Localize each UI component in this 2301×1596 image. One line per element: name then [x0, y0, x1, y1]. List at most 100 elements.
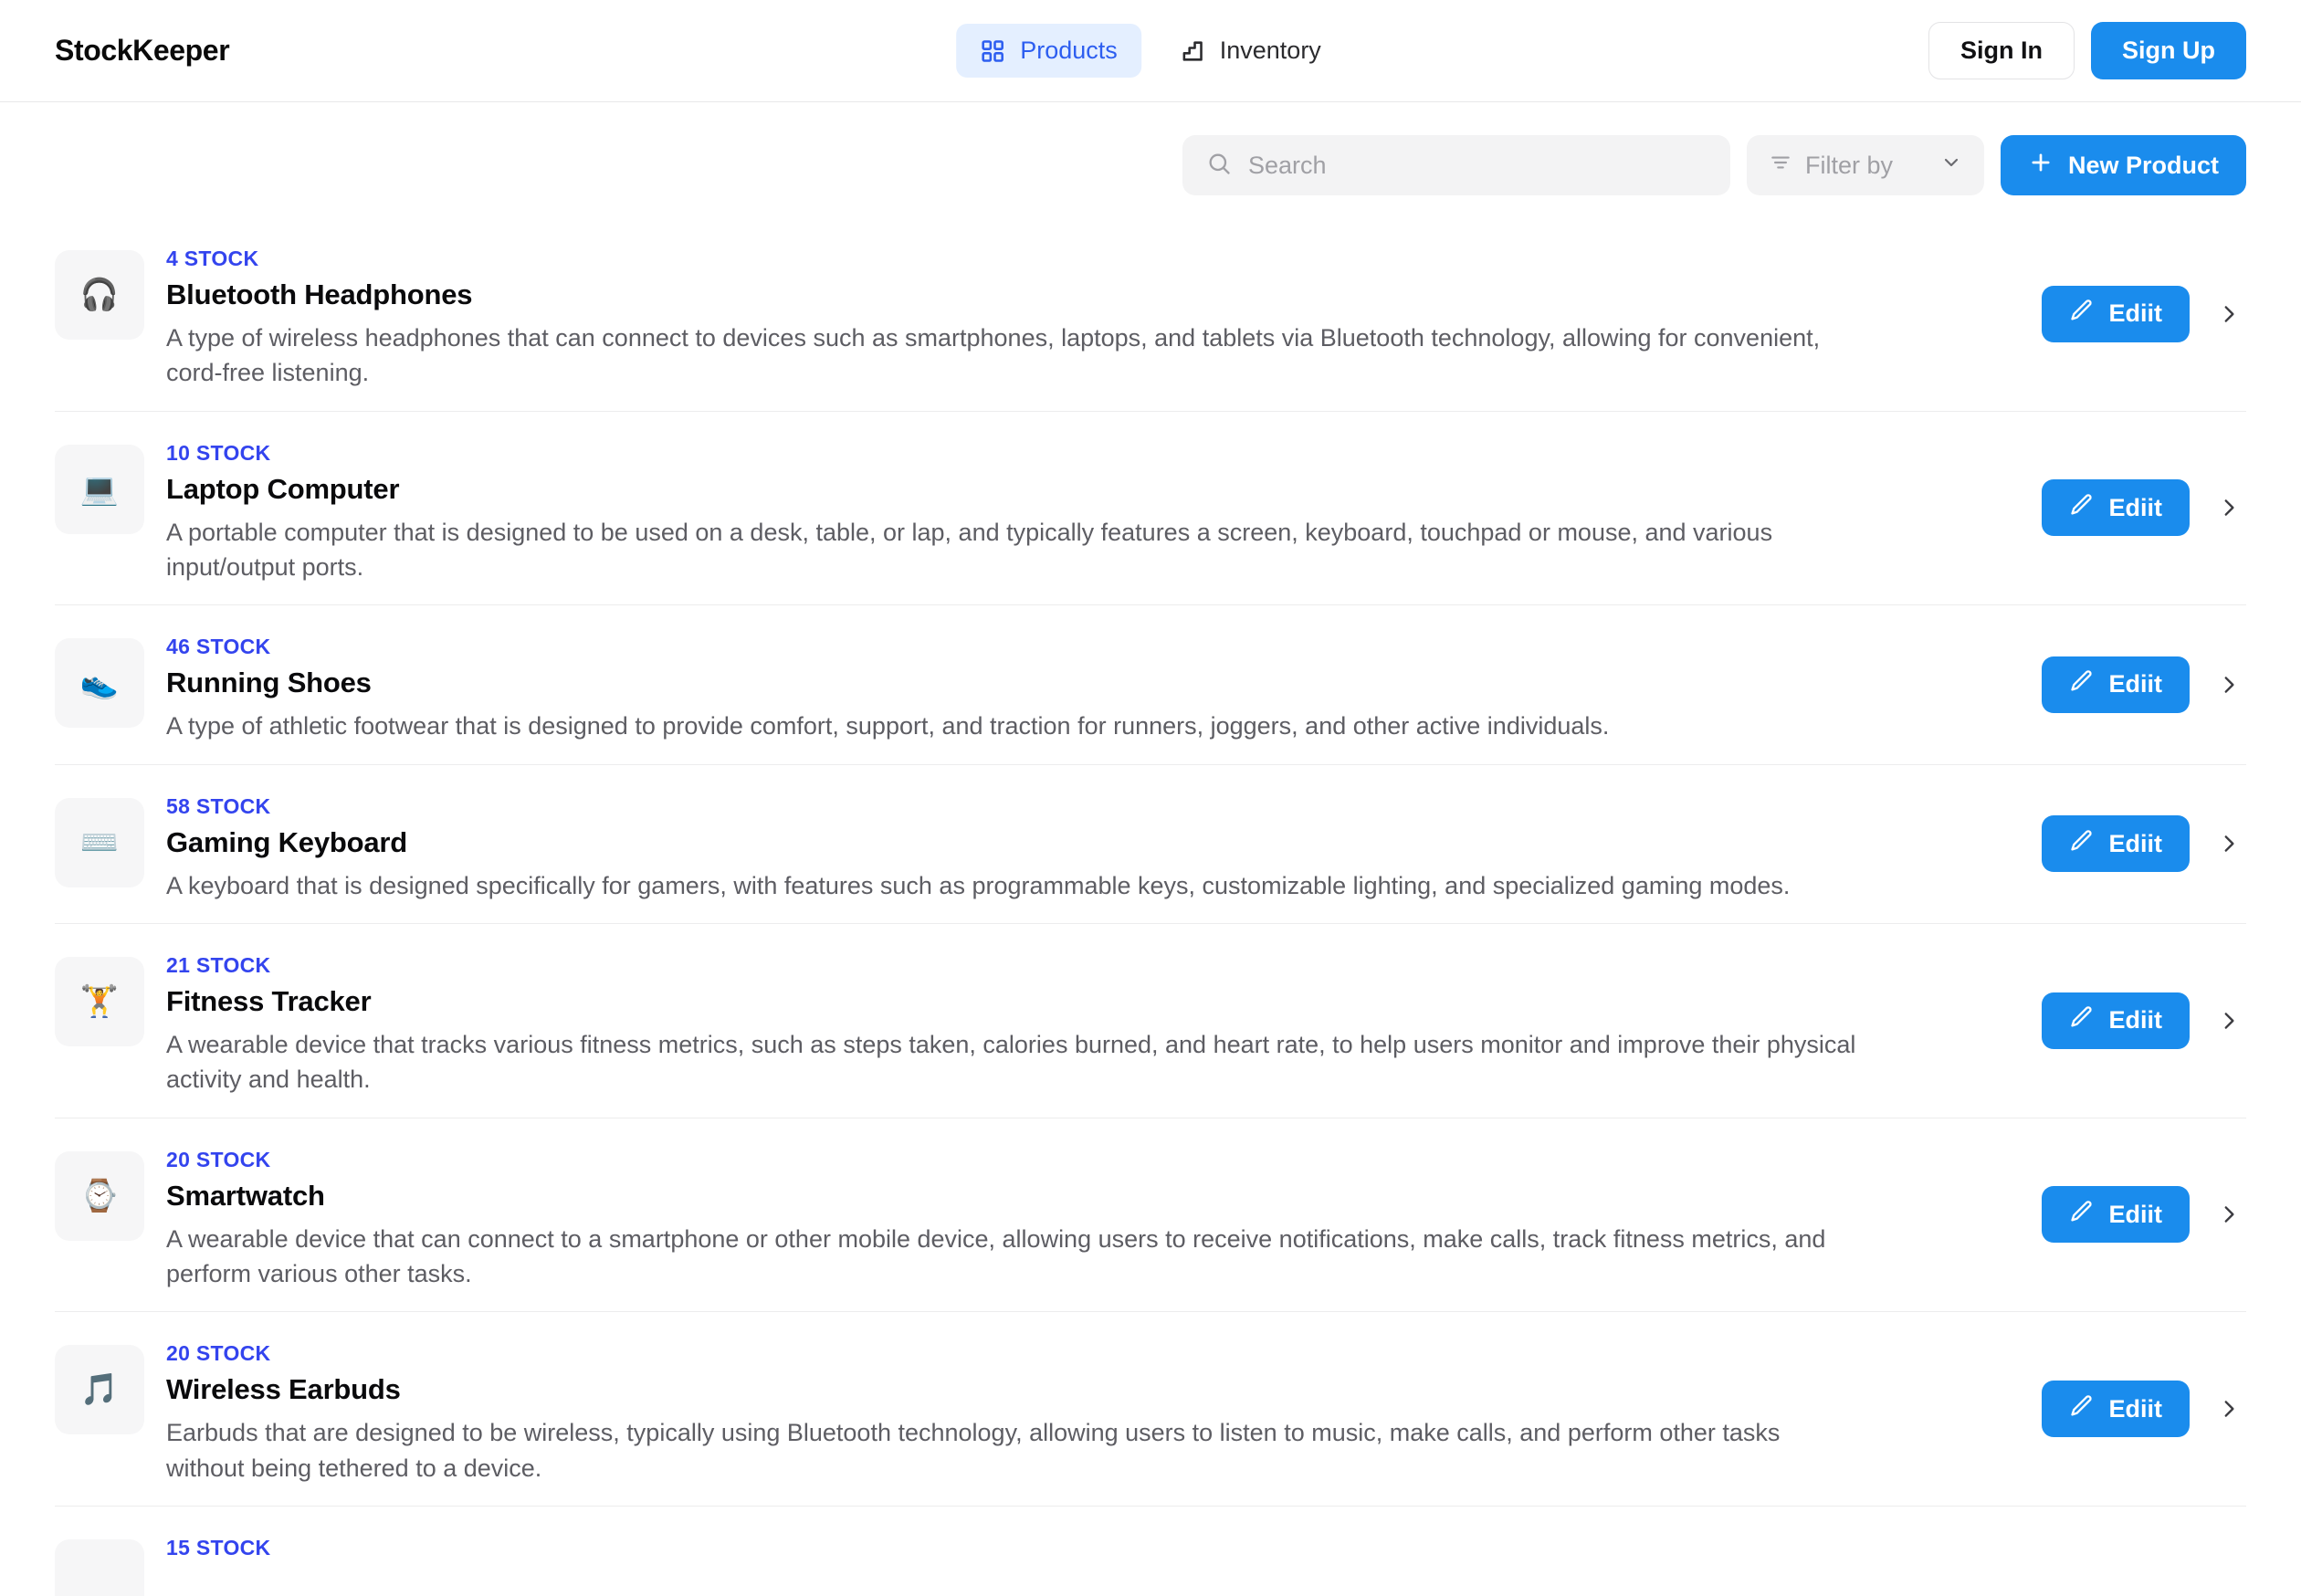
header-actions: Sign In Sign Up	[1928, 22, 2246, 79]
product-row[interactable]: 🎵 20 STOCK Wireless Earbuds Earbuds that ar…	[55, 1312, 2246, 1507]
chevron-right-icon[interactable]	[2212, 1197, 2246, 1232]
product-row[interactable]: 👟 46 STOCK Running Shoes A type of athletic…	[55, 605, 2247, 765]
product-info: 20 STOCK Smartwatch A wearable device that…	[166, 1139, 1883, 1292]
product-title: Smartwatch	[166, 1179, 325, 1212]
edit-button[interactable]: Ediit	[2041, 815, 2190, 873]
product-title: Wireless Earbuds	[166, 1373, 401, 1406]
chevron-right-icon[interactable]	[2212, 667, 2246, 702]
app-header: StockKeeper Products Inventory Sign In S…	[0, 0, 2301, 102]
row-actions: Ediit	[2041, 1186, 2247, 1244]
search-input[interactable]	[1247, 151, 1707, 180]
stock-badge: 10 STOCK	[166, 440, 271, 465]
product-emoji	[55, 1538, 144, 1596]
edit-button[interactable]: Ediit	[2041, 479, 2190, 537]
edit-button-label: Ediit	[2108, 493, 2163, 521]
chevron-down-icon	[1940, 152, 1962, 180]
chevron-right-icon[interactable]	[2212, 490, 2246, 525]
edit-button-label: Ediit	[2108, 1200, 2163, 1228]
product-title: Laptop Computer	[166, 472, 400, 505]
stock-badge: 20 STOCK	[166, 1341, 271, 1366]
running-shoe-emoji: 👟	[55, 638, 144, 729]
row-actions: Ediit	[2041, 1381, 2247, 1438]
pencil-icon	[2069, 828, 2095, 860]
product-info: 20 STOCK Wireless Earbuds Earbuds that are…	[166, 1332, 1883, 1486]
nav-item-products[interactable]: Products	[956, 24, 1141, 78]
filter-by-label: Filter by	[1804, 151, 1893, 179]
stock-badge: 21 STOCK	[166, 952, 271, 977]
search-icon	[1206, 151, 1232, 181]
search-box[interactable]	[1182, 135, 1730, 195]
row-actions: Ediit	[2041, 285, 2247, 342]
product-info: 15 STOCK	[166, 1527, 1883, 1570]
pencil-icon	[2069, 1199, 2095, 1231]
product-description: A wearable device that can connect to a …	[166, 1224, 1826, 1287]
laptop-emoji: 💻	[55, 444, 144, 534]
edit-button-label: Ediit	[2108, 299, 2163, 328]
chevron-right-icon[interactable]	[2212, 1391, 2246, 1426]
row-actions: Ediit	[2041, 815, 2247, 873]
chevron-right-icon[interactable]	[2212, 1003, 2246, 1038]
product-title: Bluetooth Headphones	[166, 278, 473, 310]
keyboard-emoji: ⌨️	[55, 797, 144, 887]
watch-emoji: ⌚	[55, 1150, 144, 1241]
product-list: 🎧 4 STOCK Bluetooth Headphones A type of wi…	[0, 217, 2301, 1596]
edit-button-label: Ediit	[2108, 829, 2163, 857]
row-actions: Ediit	[2041, 992, 2247, 1049]
product-row[interactable]: 💻 10 STOCK Laptop Computer A portable compu…	[55, 412, 2246, 606]
product-row[interactable]: 15 STOCKEdiit	[55, 1507, 2246, 1596]
chevron-right-icon[interactable]	[2212, 826, 2246, 861]
stock-badge: 20 STOCK	[166, 1147, 271, 1171]
list-toolbar: Filter by New Product	[0, 102, 2301, 195]
edit-button[interactable]: Ediit	[2041, 656, 2190, 713]
pencil-icon	[2069, 298, 2095, 330]
product-description: A type of athletic footwear that is desi…	[166, 712, 1610, 740]
stock-badge: 4 STOCK	[166, 247, 259, 270]
edit-button[interactable]: Ediit	[2041, 1186, 2190, 1244]
product-row[interactable]: ⌚ 20 STOCK Smartwatch A wearable device tha…	[55, 1118, 2246, 1313]
headphones-emoji: 🎧	[55, 250, 144, 340]
new-product-label: New Product	[2067, 151, 2219, 179]
sign-up-button[interactable]: Sign Up	[2091, 22, 2246, 79]
stock-badge: 58 STOCK	[166, 793, 271, 818]
product-row[interactable]: 🎧 4 STOCK Bluetooth Headphones A type of wi…	[55, 217, 2246, 412]
edit-button[interactable]: Ediit	[2041, 1381, 2190, 1438]
pencil-icon	[2069, 1004, 2095, 1036]
product-info: 21 STOCK Fitness Tracker A wearable device…	[166, 944, 1883, 1097]
product-info: 46 STOCK Running Shoes A type of athletic …	[166, 625, 1883, 743]
product-info: 58 STOCK Gaming Keyboard A keyboard that i…	[166, 785, 1883, 903]
product-description: A type of wireless headphones that can c…	[166, 324, 1821, 387]
nav-item-inventory[interactable]: Inventory	[1156, 24, 1345, 78]
pencil-icon	[2069, 668, 2095, 700]
product-title: Fitness Tracker	[166, 984, 372, 1017]
product-description: A wearable device that tracks various fi…	[166, 1030, 1856, 1094]
edit-button[interactable]: Ediit	[2041, 285, 2190, 342]
row-actions: Ediit	[2041, 656, 2247, 713]
product-title: Gaming Keyboard	[166, 825, 407, 858]
filter-by-dropdown[interactable]: Filter by	[1746, 135, 1984, 195]
new-product-button[interactable]: New Product	[2000, 135, 2246, 195]
inventory-icon	[1180, 38, 1205, 64]
edit-button[interactable]: Ediit	[2041, 992, 2190, 1049]
sign-in-button[interactable]: Sign In	[1928, 22, 2075, 79]
music-note-emoji: 🎵	[55, 1345, 144, 1435]
grid-icon	[980, 38, 1005, 64]
plus-icon	[2028, 150, 2054, 182]
chevron-right-icon[interactable]	[2212, 297, 2246, 331]
app-brand: StockKeeper	[55, 34, 230, 67]
edit-button-label: Ediit	[2108, 1394, 2163, 1423]
weightlifter-emoji: 🏋️	[55, 956, 144, 1046]
nav-item-products-label: Products	[1020, 37, 1118, 64]
main-nav: Products Inventory	[956, 24, 1345, 78]
product-row[interactable]: 🏋️ 21 STOCK Fitness Tracker A wearable devi…	[55, 924, 2246, 1118]
pencil-icon	[2069, 1393, 2095, 1425]
row-actions: Ediit	[2041, 479, 2247, 537]
product-info: 4 STOCK Bluetooth Headphones A type of wir…	[166, 237, 1883, 391]
product-row[interactable]: ⌨️ 58 STOCK Gaming Keyboard A keyboard that…	[55, 765, 2246, 924]
product-description: A keyboard that is designed specifically…	[166, 871, 1791, 899]
product-description: A portable computer that is designed to …	[166, 518, 1773, 581]
product-info: 10 STOCK Laptop Computer A portable comput…	[166, 432, 1883, 585]
product-title: Running Shoes	[166, 667, 372, 699]
edit-button-label: Ediit	[2108, 670, 2163, 698]
product-description: Earbuds that are designed to be wireless…	[166, 1419, 1781, 1482]
edit-button-label: Ediit	[2108, 1006, 2163, 1034]
